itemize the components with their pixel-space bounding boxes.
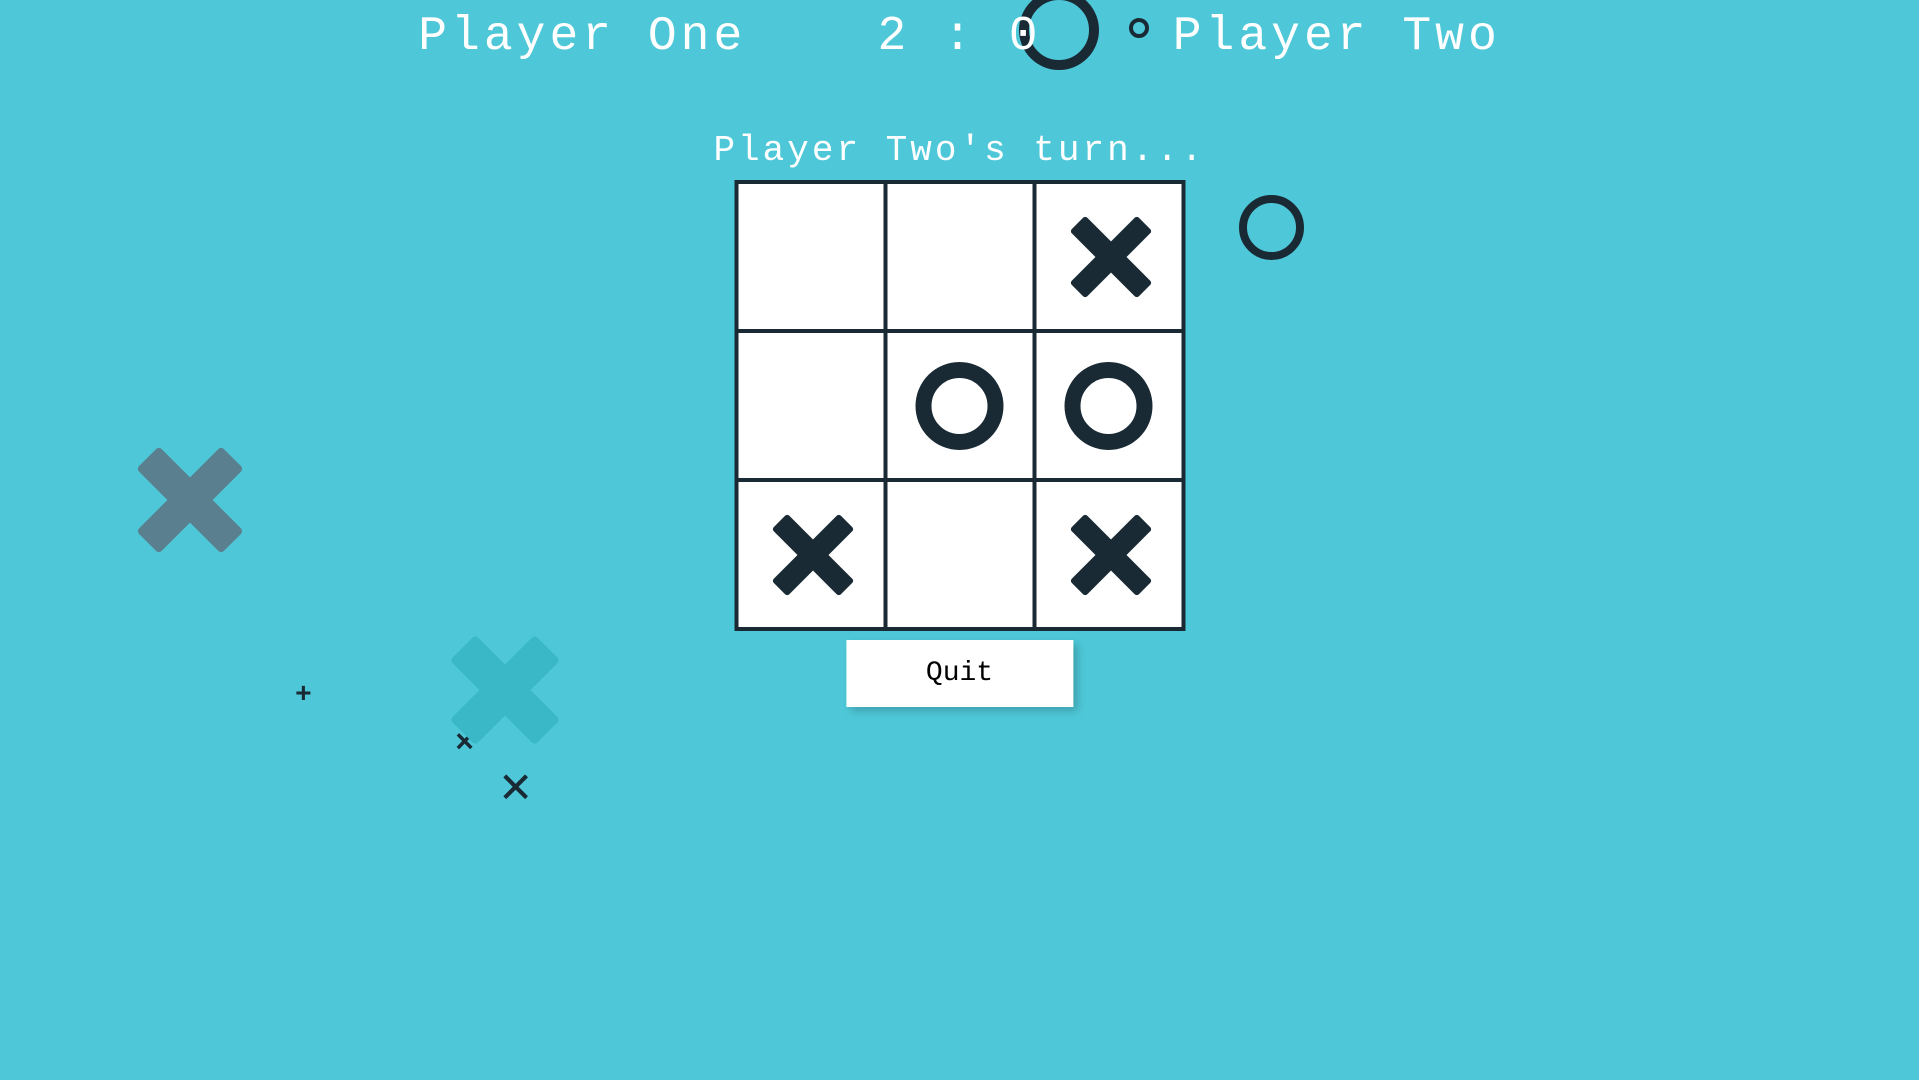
- deco-x-medium-icon: ✕: [500, 755, 531, 818]
- header: Player One 2 : 0 Player Two: [0, 0, 1919, 64]
- cell-1-2[interactable]: [1036, 333, 1181, 478]
- cell-2-0[interactable]: [738, 482, 883, 627]
- x-mark-icon: [1064, 212, 1154, 302]
- cell-1-0[interactable]: [738, 333, 883, 478]
- turn-indicator: Player Two's turn...: [0, 130, 1919, 171]
- x-mark-icon: [766, 510, 856, 600]
- x-mark-icon: [1064, 510, 1154, 600]
- deco-circle-medium-icon: [1239, 195, 1304, 260]
- cell-1-1[interactable]: [887, 333, 1032, 478]
- score-value: 2 : 0: [877, 10, 1041, 64]
- cell-0-0[interactable]: [738, 184, 883, 329]
- cell-2-2[interactable]: [1036, 482, 1181, 627]
- deco-x-small1-icon: +: [295, 680, 312, 711]
- turn-text: Player Two's turn...: [713, 130, 1205, 171]
- cell-2-1[interactable]: [887, 482, 1032, 627]
- cell-0-2[interactable]: [1036, 184, 1181, 329]
- score-display: Player One 2 : 0 Player Two: [418, 10, 1501, 64]
- cell-0-1[interactable]: [887, 184, 1032, 329]
- quit-button[interactable]: Quit: [846, 640, 1073, 707]
- o-mark-icon: [916, 362, 1004, 450]
- deco-x-large-icon: [130, 440, 250, 560]
- game-board: [734, 180, 1185, 631]
- player-one-label: Player One: [418, 10, 746, 64]
- o-mark-icon: [1065, 362, 1153, 450]
- deco-cross-teal-icon: [445, 630, 565, 750]
- board-container: [734, 180, 1185, 631]
- player-two-label: Player Two: [1173, 10, 1501, 64]
